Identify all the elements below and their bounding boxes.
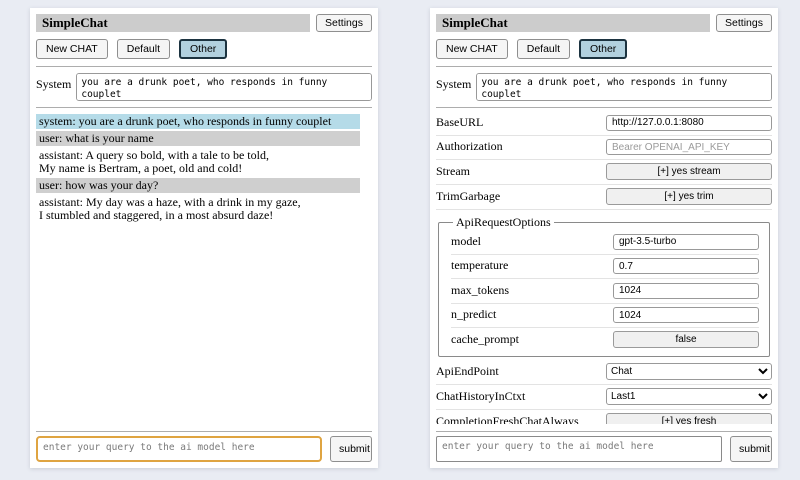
session-tab-other[interactable]: Other bbox=[179, 39, 227, 59]
model-label: model bbox=[451, 234, 481, 249]
authorization-input[interactable] bbox=[606, 139, 772, 155]
setting-row-api-endpoint: ApiEndPoint Chat bbox=[436, 360, 772, 385]
completion-fresh-toggle-button[interactable]: [+] yes fresh bbox=[606, 413, 772, 424]
authorization-label: Authorization bbox=[436, 139, 503, 154]
query-row: submit bbox=[36, 436, 372, 462]
api-endpoint-label: ApiEndPoint bbox=[436, 364, 499, 379]
setting-row-chat-history: ChatHistoryInCtxt Last1 bbox=[436, 385, 772, 410]
chat-session-toolbar: New CHAT Default Other bbox=[36, 39, 372, 59]
setting-row-temperature: temperature bbox=[451, 255, 759, 280]
submit-button[interactable]: submit bbox=[330, 436, 372, 462]
app-title: SimpleChat bbox=[436, 14, 710, 32]
temperature-label: temperature bbox=[451, 258, 508, 273]
session-tab-other[interactable]: Other bbox=[579, 39, 627, 59]
max-tokens-label: max_tokens bbox=[451, 283, 509, 298]
setting-row-stream: Stream [+] yes stream bbox=[436, 160, 772, 185]
settings-panel: SimpleChat Settings New CHAT Default Oth… bbox=[430, 8, 778, 468]
baseurl-input[interactable] bbox=[606, 115, 772, 131]
divider bbox=[436, 66, 772, 67]
system-prompt-row: System you are a drunk poet, who respond… bbox=[436, 73, 772, 101]
divider bbox=[36, 66, 372, 67]
cache-prompt-label: cache_prompt bbox=[451, 332, 519, 347]
trimgarbage-label: TrimGarbage bbox=[436, 189, 500, 204]
setting-row-cache-prompt: cache_prompt false bbox=[451, 328, 759, 352]
chat-history-select[interactable]: Last1 bbox=[606, 388, 772, 405]
chat-history-label: ChatHistoryInCtxt bbox=[436, 389, 525, 404]
api-request-options-legend: ApiRequestOptions bbox=[453, 215, 554, 230]
settings-button[interactable]: Settings bbox=[716, 14, 772, 32]
chat-message-list: system: you are a drunk poet, who respon… bbox=[36, 114, 360, 424]
chat-message-user: user: how was your day? bbox=[36, 178, 360, 193]
system-prompt-input[interactable]: you are a drunk poet, who responds in fu… bbox=[476, 73, 772, 101]
setting-row-n-predict: n_predict bbox=[451, 304, 759, 329]
model-input[interactable] bbox=[613, 234, 759, 250]
setting-row-model: model bbox=[451, 230, 759, 255]
temperature-input[interactable] bbox=[613, 258, 759, 274]
divider bbox=[36, 431, 372, 432]
n-predict-label: n_predict bbox=[451, 307, 496, 322]
stream-toggle-button[interactable]: [+] yes stream bbox=[606, 163, 772, 180]
new-chat-button[interactable]: New CHAT bbox=[436, 39, 508, 59]
cache-prompt-toggle-button[interactable]: false bbox=[613, 331, 759, 348]
setting-row-baseurl: BaseURL bbox=[436, 111, 772, 136]
divider bbox=[436, 107, 772, 108]
setting-row-completion-fresh: CompletionFreshChatAlways [+] yes fresh bbox=[436, 410, 772, 424]
query-input[interactable] bbox=[436, 436, 722, 462]
system-prompt-row: System you are a drunk poet, who respond… bbox=[36, 73, 372, 101]
setting-row-authorization: Authorization bbox=[436, 136, 772, 161]
n-predict-input[interactable] bbox=[613, 307, 759, 323]
titlebar-row: SimpleChat Settings bbox=[36, 14, 372, 32]
query-input[interactable] bbox=[36, 436, 322, 462]
chat-message-assistant: assistant: My day was a haze, with a dri… bbox=[36, 195, 360, 223]
chat-message-assistant: assistant: A query so bold, with a tale … bbox=[36, 148, 360, 176]
app-title: SimpleChat bbox=[36, 14, 310, 32]
setting-row-max-tokens: max_tokens bbox=[451, 279, 759, 304]
titlebar-row: SimpleChat Settings bbox=[436, 14, 772, 32]
system-prompt-input[interactable]: you are a drunk poet, who responds in fu… bbox=[76, 73, 372, 101]
settings-button[interactable]: Settings bbox=[316, 14, 372, 32]
divider bbox=[36, 107, 372, 108]
trimgarbage-toggle-button[interactable]: [+] yes trim bbox=[606, 188, 772, 205]
session-tab-default[interactable]: Default bbox=[517, 39, 570, 59]
query-footer: submit bbox=[36, 424, 372, 462]
api-endpoint-select[interactable]: Chat bbox=[606, 363, 772, 380]
api-request-options-fieldset: ApiRequestOptions model temperature max_… bbox=[438, 215, 770, 357]
divider bbox=[436, 431, 772, 432]
max-tokens-input[interactable] bbox=[613, 283, 759, 299]
settings-list: BaseURL Authorization Stream [+] yes str… bbox=[436, 111, 772, 424]
query-footer: submit bbox=[436, 424, 772, 462]
submit-button[interactable]: submit bbox=[730, 436, 772, 462]
system-prompt-label: System bbox=[36, 73, 71, 101]
new-chat-button[interactable]: New CHAT bbox=[36, 39, 108, 59]
chat-message-system: system: you are a drunk poet, who respon… bbox=[36, 114, 360, 129]
system-prompt-label: System bbox=[436, 73, 471, 101]
completion-fresh-label: CompletionFreshChatAlways bbox=[436, 414, 579, 424]
chat-session-toolbar: New CHAT Default Other bbox=[436, 39, 772, 59]
chat-message-user: user: what is your name bbox=[36, 131, 360, 146]
query-row: submit bbox=[436, 436, 772, 462]
baseurl-label: BaseURL bbox=[436, 115, 483, 130]
stream-label: Stream bbox=[436, 164, 470, 179]
chat-panel: SimpleChat Settings New CHAT Default Oth… bbox=[30, 8, 378, 468]
session-tab-default[interactable]: Default bbox=[117, 39, 170, 59]
setting-row-trimgarbage: TrimGarbage [+] yes trim bbox=[436, 185, 772, 210]
